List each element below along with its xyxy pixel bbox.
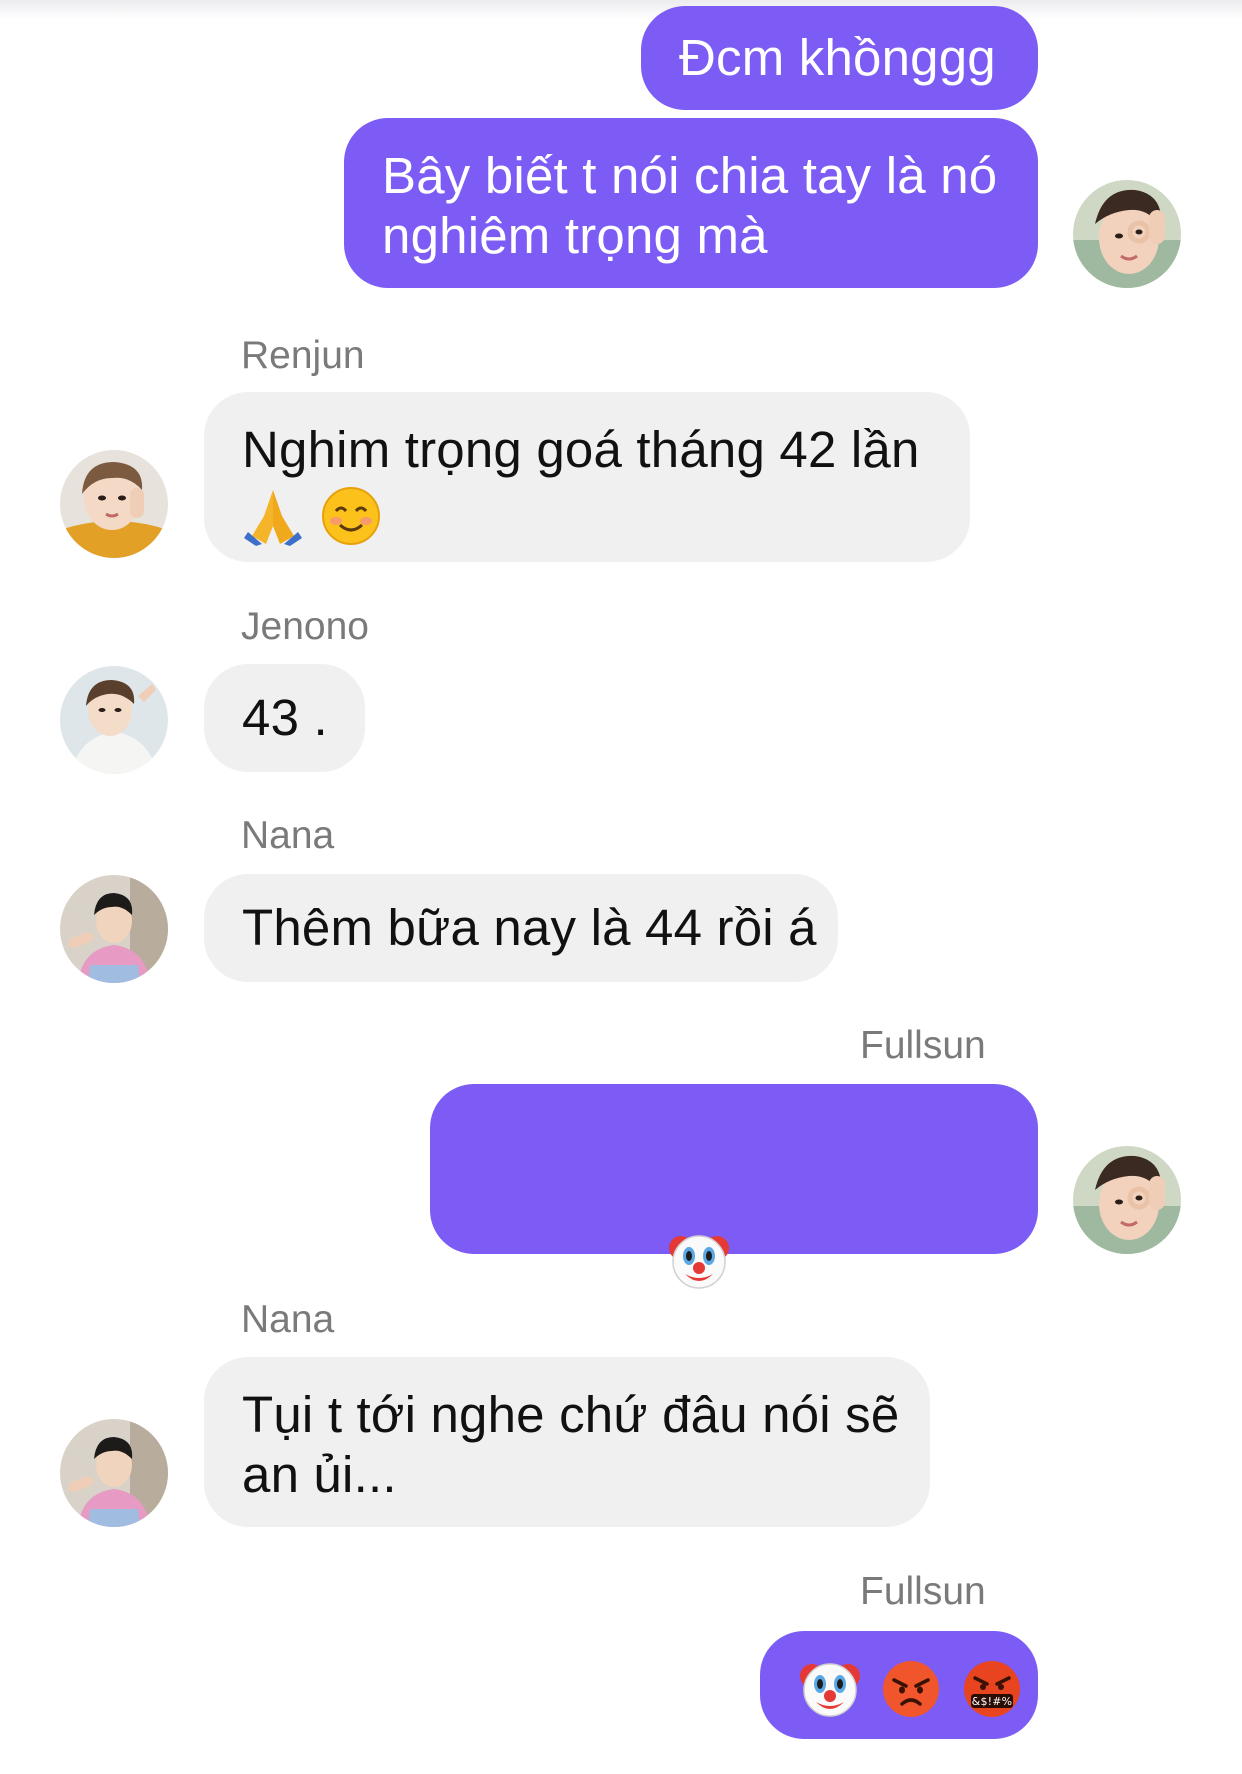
message-text: 43 .: [242, 689, 328, 746]
sender-name: Jenono: [241, 605, 369, 648]
message-text-line: Bây biết t nói chia tay là nó: [382, 147, 998, 204]
message-bubble-received[interactable]: Tụi t tới nghe chứ đâu nói sẽ an ủi...: [204, 1357, 930, 1527]
svg-text:&$!#%: &$!#%: [971, 1695, 1012, 1708]
cursing-face-icon: &$!#%: [963, 1660, 1021, 1718]
message-bubble-sent[interactable]: Đcm khồnggg: [641, 6, 1038, 110]
sender-name: Nana: [241, 814, 335, 857]
message-text: hok pít tới an ủi hay: [614, 1294, 1081, 1351]
avatar-fullsun[interactable]: [1073, 180, 1181, 288]
avatar-nana[interactable]: [60, 875, 168, 983]
avatar-fullsun[interactable]: [1073, 1146, 1181, 1254]
chat-thread: Đcm khồnggg Bây biết t nói chia tay là n…: [0, 0, 1242, 1774]
clown-face-icon: [554, 1172, 730, 1289]
sender-name: Fullsun: [860, 1570, 986, 1613]
message-text-line: Tụi t tới nghe chứ đâu nói sẽ: [242, 1386, 900, 1443]
message-bubble-received[interactable]: Thêm bữa nay là 44 rồi á: [204, 874, 838, 982]
sender-name: Fullsun: [860, 1024, 986, 1067]
clown-face-icon: [800, 1660, 860, 1718]
smiling-face-icon: [322, 486, 381, 545]
message-bubble-sent[interactable]: Bây biết t nói chia tay là nó nghiêm trọ…: [344, 118, 1038, 288]
message-text: Đcm khồnggg: [679, 29, 996, 86]
message-bubble-sent[interactable]: &$!#%: [760, 1631, 1038, 1739]
message-emojis: [242, 482, 970, 546]
message-text-line: an ủi...: [242, 1446, 397, 1503]
avatar-nana[interactable]: [60, 1419, 168, 1527]
message-bubble-sent[interactable]: hok pít tới an ủi hay chọc điên: [430, 1084, 1080, 1471]
avatar-jenono[interactable]: [60, 666, 168, 774]
avatar-renjun[interactable]: [60, 450, 168, 558]
sender-name: Renjun: [241, 334, 365, 377]
message-text: Thêm bữa nay là 44 rồi á: [242, 899, 817, 956]
message-text-line: nghiêm trọng mà: [382, 207, 768, 264]
message-text-line: Nghim trọng goá tháng 42 lần: [242, 421, 920, 478]
sender-name: Nana: [241, 1298, 335, 1341]
folded-hands-icon: [242, 486, 304, 546]
top-shadow: [0, 0, 1242, 20]
message-bubble-received[interactable]: Nghim trọng goá tháng 42 lần: [204, 392, 970, 562]
message-bubble-received[interactable]: 43 .: [204, 664, 365, 772]
angry-face-icon: [882, 1660, 940, 1718]
